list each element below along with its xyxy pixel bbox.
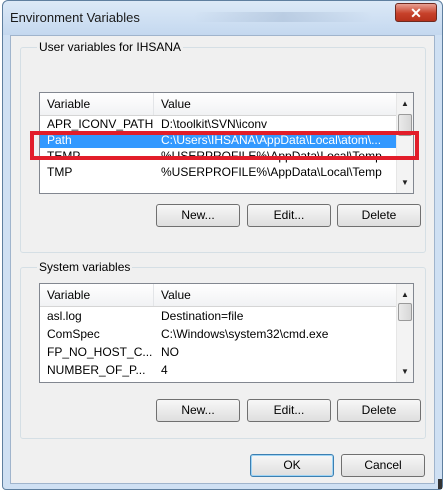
- variable-value: %USERPROFILE%\AppData\Local\Temp: [161, 165, 382, 179]
- scroll-thumb[interactable]: [398, 303, 412, 321]
- scroll-up-icon[interactable]: ▲: [397, 95, 413, 112]
- system-var-row[interactable]: ComSpec C:\Windows\system32\cmd.exe: [40, 326, 396, 342]
- system-list-header: Variable Value: [40, 284, 396, 307]
- system-delete-button[interactable]: Delete: [337, 399, 421, 422]
- variable-name: TMP: [47, 165, 73, 179]
- environment-variables-window: Environment Variables ✕ User variables f…: [2, 0, 443, 490]
- variable-value: C:\Users\IHSANA\AppData\Local\atom\...: [161, 133, 382, 147]
- scroll-down-icon[interactable]: ▼: [397, 174, 413, 191]
- title-bar[interactable]: Environment Variables ✕: [3, 1, 442, 35]
- user-var-row[interactable]: TEMP %USERPROFILE%\AppData\Local\Temp: [40, 148, 396, 164]
- user-list-header: Variable Value: [40, 93, 396, 116]
- column-separator[interactable]: [153, 284, 154, 306]
- system-var-row[interactable]: asl.log Destination=file: [40, 308, 396, 324]
- variable-name: Path: [47, 133, 72, 147]
- variable-value: NO: [161, 345, 179, 359]
- user-list-scrollbar[interactable]: ▲ ▼: [396, 93, 413, 193]
- column-header-variable[interactable]: Variable: [47, 288, 90, 302]
- variable-value: 4: [161, 363, 168, 377]
- variable-name: ComSpec: [47, 327, 100, 341]
- resize-grip[interactable]: [438, 479, 442, 489]
- variable-name: TEMP: [47, 149, 81, 163]
- variable-value: Destination=file: [161, 309, 244, 323]
- scroll-down-icon[interactable]: ▼: [397, 363, 413, 380]
- variable-name: NUMBER_OF_P...: [47, 363, 146, 377]
- user-variables-label: User variables for IHSANA: [37, 40, 184, 54]
- variable-name: APR_ICONV_PATH: [47, 117, 154, 131]
- scroll-thumb[interactable]: [398, 114, 412, 136]
- ok-button[interactable]: OK: [250, 454, 334, 477]
- dialog-body: User variables for IHSANA Variable Value…: [10, 35, 435, 484]
- user-var-row[interactable]: APR_ICONV_PATH D:\toolkit\SVN\iconv: [40, 116, 396, 132]
- column-header-value[interactable]: Value: [161, 288, 191, 302]
- user-var-row[interactable]: TMP %USERPROFILE%\AppData\Local\Temp: [40, 164, 396, 180]
- system-variables-label: System variables: [37, 260, 133, 274]
- system-variables-list[interactable]: Variable Value asl.log Destination=file …: [39, 283, 414, 383]
- system-new-button[interactable]: New...: [156, 399, 240, 422]
- close-icon: ✕: [410, 5, 422, 21]
- user-edit-button[interactable]: Edit...: [247, 204, 331, 227]
- system-var-row[interactable]: FP_NO_HOST_C... NO: [40, 344, 396, 360]
- column-separator[interactable]: [153, 93, 154, 115]
- title-bar-blur: [193, 12, 373, 22]
- variable-value: C:\Windows\system32\cmd.exe: [161, 327, 329, 341]
- column-header-variable[interactable]: Variable: [47, 97, 90, 111]
- system-list-scrollbar[interactable]: ▲ ▼: [396, 284, 413, 382]
- user-var-row-path-selected[interactable]: Path C:\Users\IHSANA\AppData\Local\atom\…: [40, 132, 396, 148]
- system-edit-button[interactable]: Edit...: [247, 399, 331, 422]
- user-delete-button[interactable]: Delete: [337, 204, 421, 227]
- variable-name: FP_NO_HOST_C...: [47, 345, 153, 359]
- variable-value: D:\toolkit\SVN\iconv: [161, 117, 268, 131]
- close-button[interactable]: ✕: [395, 3, 437, 22]
- user-variables-list[interactable]: Variable Value APR_ICONV_PATH D:\toolkit…: [39, 92, 414, 194]
- system-var-row[interactable]: NUMBER_OF_P... 4: [40, 362, 396, 378]
- user-new-button[interactable]: New...: [156, 204, 240, 227]
- column-header-value[interactable]: Value: [161, 97, 191, 111]
- variable-name: asl.log: [47, 309, 82, 323]
- variable-value: %USERPROFILE%\AppData\Local\Temp: [161, 149, 382, 163]
- cancel-button[interactable]: Cancel: [341, 454, 425, 477]
- scroll-up-icon[interactable]: ▲: [397, 286, 413, 303]
- window-title: Environment Variables: [10, 10, 140, 25]
